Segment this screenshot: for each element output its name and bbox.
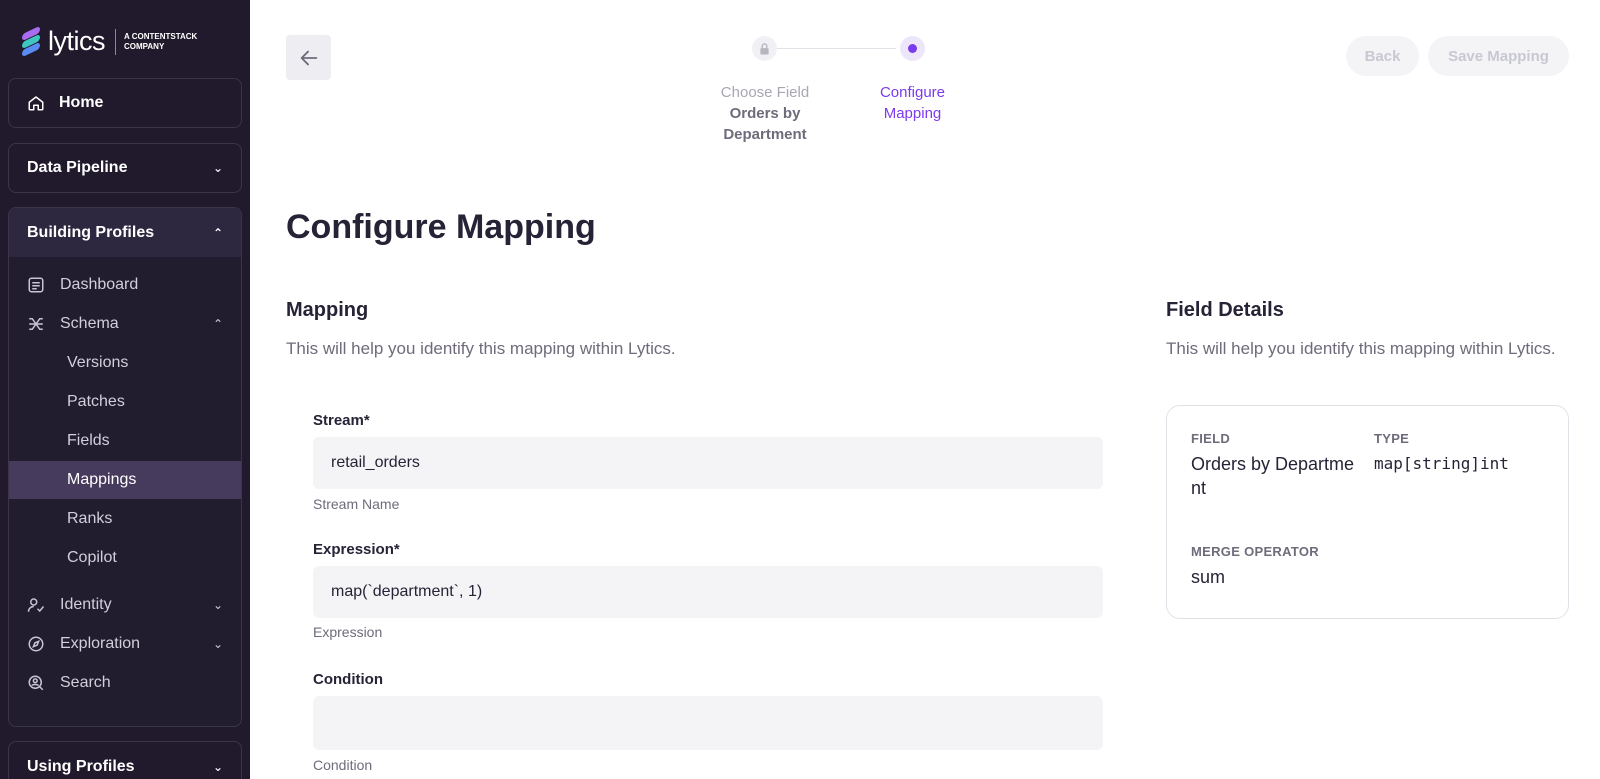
nav-using-profiles[interactable]: Using Profiles ⌄ xyxy=(8,741,242,779)
stepper-connector xyxy=(764,48,896,49)
chevron-down-icon: ⌄ xyxy=(212,637,223,651)
sidebar-item-copilot[interactable]: Copilot xyxy=(9,539,241,577)
stream-help-text: Stream Name xyxy=(313,496,400,512)
sidebar-item-dashboard[interactable]: Dashboard xyxy=(9,266,241,304)
nav-data-pipeline[interactable]: Data Pipeline ⌄ xyxy=(8,143,242,193)
expression-input[interactable]: map(`department`, 1) xyxy=(313,566,1103,618)
nav-data-pipeline-label: Data Pipeline xyxy=(27,159,128,176)
save-mapping-button[interactable]: Save Mapping xyxy=(1428,36,1569,76)
dashboard-icon xyxy=(27,276,45,294)
sidebar-item-identity[interactable]: Identity ⌄ xyxy=(9,586,241,624)
sidebar-item-mappings-label: Mappings xyxy=(67,471,137,488)
building-profiles-header[interactable]: Building Profiles ⌃ xyxy=(9,208,241,257)
sidebar-item-ranks-label: Ranks xyxy=(67,510,113,527)
step-2-label: Configure Mapping xyxy=(879,84,946,122)
expression-input-value: map(`department`, 1) xyxy=(331,583,483,600)
expression-label: Expression* xyxy=(313,541,400,558)
expression-label-text: Expression xyxy=(313,541,394,558)
back-arrow-button[interactable] xyxy=(286,35,331,80)
sidebar-item-copilot-label: Copilot xyxy=(67,549,117,566)
field-details-card: FIELD Orders by Departme nt TYPE map[str… xyxy=(1166,405,1569,619)
search-user-icon xyxy=(27,674,45,692)
chevron-down-icon: ⌄ xyxy=(212,598,223,612)
identity-icon xyxy=(27,596,45,614)
step-1-label[interactable]: Choose Field Orders by Department xyxy=(700,82,830,145)
chevron-down-icon: ⌄ xyxy=(212,161,223,175)
sidebar-item-schema[interactable]: Schema ⌃ xyxy=(9,305,241,343)
logo-divider xyxy=(115,28,116,55)
expression-help-text: Expression xyxy=(313,624,383,640)
field-details-subtitle: This will help you identify this mapping… xyxy=(1166,339,1556,358)
sidebar: lytics A CONTENTSTACK COMPANY Home Data … xyxy=(0,0,250,779)
lytics-logo[interactable]: lytics A CONTENTSTACK COMPANY xyxy=(22,25,204,57)
sidebar-item-exploration[interactable]: Exploration ⌄ xyxy=(9,625,241,663)
field-label: FIELD xyxy=(1191,431,1231,446)
merge-operator-label: MERGE OPERATOR xyxy=(1191,544,1319,559)
building-profiles-label: Building Profiles xyxy=(27,223,155,241)
step-1-title: Choose Field xyxy=(720,84,810,101)
sidebar-item-exploration-label: Exploration xyxy=(60,635,141,652)
nav-home-label: Home xyxy=(59,94,104,111)
stream-label-text: Stream xyxy=(313,412,364,429)
progress-stepper: Choose Field Orders by Department Config… xyxy=(700,36,960,156)
required-mark: * xyxy=(393,541,400,558)
sidebar-item-patches-label: Patches xyxy=(67,393,125,410)
chevron-up-icon: ⌃ xyxy=(212,317,223,331)
field-value: Orders by Departme nt xyxy=(1191,454,1355,498)
sidebar-item-search-label: Search xyxy=(60,674,111,691)
step-1-value: Orders by Department xyxy=(723,105,807,143)
lytics-logo-mark-icon xyxy=(22,25,42,57)
nav-using-profiles-label: Using Profiles xyxy=(27,758,135,775)
condition-label: Condition xyxy=(313,671,383,688)
nav-home[interactable]: Home xyxy=(8,78,242,128)
sidebar-item-identity-label: Identity xyxy=(60,596,112,613)
chevron-up-icon: ⌃ xyxy=(212,225,223,240)
mapping-section-title: Mapping xyxy=(286,299,369,321)
sidebar-item-fields-label: Fields xyxy=(67,432,110,449)
compass-icon xyxy=(27,635,45,653)
stream-input-value: retail_orders xyxy=(331,454,420,471)
step-2-indicator xyxy=(900,36,925,61)
sidebar-item-search[interactable]: Search xyxy=(9,664,241,702)
sidebar-item-versions[interactable]: Versions xyxy=(9,344,241,382)
condition-help-text: Condition xyxy=(313,757,373,773)
sidebar-item-schema-label: Schema xyxy=(60,315,119,332)
step-1-indicator[interactable] xyxy=(752,36,777,61)
sidebar-item-ranks[interactable]: Ranks xyxy=(9,500,241,538)
lock-icon xyxy=(760,42,769,54)
type-value: map[string]int xyxy=(1374,454,1509,473)
logo-tagline: A CONTENTSTACK COMPANY xyxy=(124,31,198,51)
arrow-left-icon xyxy=(300,50,317,65)
nav-building-profiles: Building Profiles ⌃ Dashboard Schema ⌃ V… xyxy=(8,207,242,727)
condition-input[interactable] xyxy=(313,696,1103,750)
sidebar-item-mappings[interactable]: Mappings xyxy=(9,461,241,499)
sidebar-item-dashboard-label: Dashboard xyxy=(60,276,139,293)
logo-wordmark: lytics xyxy=(48,26,106,56)
home-icon xyxy=(28,96,44,111)
schema-icon xyxy=(27,315,45,333)
mapping-section-subtitle: This will help you identify this mapping… xyxy=(286,339,676,358)
chevron-down-icon: ⌄ xyxy=(212,760,223,774)
sidebar-item-versions-label: Versions xyxy=(67,354,129,371)
field-details-title: Field Details xyxy=(1166,299,1284,321)
required-mark: * xyxy=(363,412,370,429)
stream-input[interactable]: retail_orders xyxy=(313,437,1103,489)
merge-operator-value: sum xyxy=(1191,567,1226,587)
sidebar-item-patches[interactable]: Patches xyxy=(9,383,241,421)
stream-label: Stream* xyxy=(313,412,370,429)
sidebar-item-fields[interactable]: Fields xyxy=(9,422,241,460)
back-button[interactable]: Back xyxy=(1346,36,1419,76)
type-label: TYPE xyxy=(1374,431,1410,446)
page-title: Configure Mapping xyxy=(286,208,596,246)
